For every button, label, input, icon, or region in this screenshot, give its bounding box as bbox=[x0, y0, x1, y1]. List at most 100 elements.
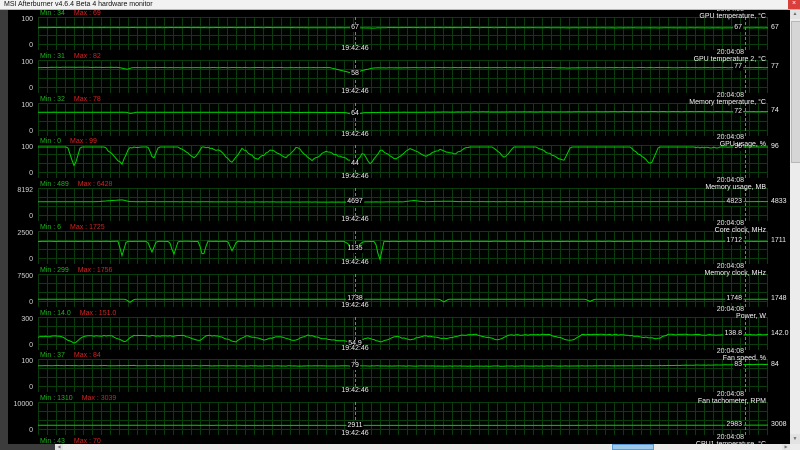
graph-panel-cpu1-temperature-c: 1000Min : 43Max : 7020:04:08CPU1 tempera… bbox=[0, 434, 790, 444]
signal-trace bbox=[38, 333, 768, 344]
right-marker-value: 77 bbox=[733, 63, 743, 72]
right-marker-timestamp: 20:04:08 bbox=[716, 220, 744, 227]
current-value: 67 bbox=[771, 23, 779, 31]
center-marker-timestamp: 19:42:46 bbox=[340, 387, 370, 395]
minmax-readout: Min : 34 Max : 69 bbox=[40, 10, 101, 17]
close-icon[interactable]: × bbox=[788, 0, 800, 9]
right-time-marker-line bbox=[745, 402, 746, 436]
right-marker-value: 1748 bbox=[725, 295, 743, 304]
graph-plot[interactable]: 1738 1748 bbox=[38, 273, 768, 307]
right-marker-timestamp: 20:04:08 bbox=[716, 348, 744, 356]
center-marker-timestamp: 19:42:46 bbox=[340, 259, 370, 266]
graph-plot[interactable]: 44 96 bbox=[38, 143, 768, 179]
graph-panel-gpu-usage: 100 0 Min : 0 Max : 99 44 96 20:04:08 GPU usage… bbox=[0, 134, 790, 181]
minmax-readout: Min : 32 Max : 78 bbox=[40, 96, 101, 103]
min-value-label: Min : 299 bbox=[40, 266, 69, 274]
graph-plot[interactable]: 2911 2983 bbox=[38, 402, 768, 436]
right-marker-timestamp: 20:04:08 bbox=[716, 262, 744, 270]
signal-label: Fan tachometer, RPM bbox=[697, 398, 766, 406]
center-marker-value: 1135 bbox=[346, 245, 364, 254]
minmax-readout: Min : 6 Max : 1725 bbox=[40, 224, 105, 231]
min-value-label: Min : 37 bbox=[40, 352, 65, 360]
right-time-marker-line bbox=[745, 59, 746, 93]
right-marker-timestamp: 20:04:08 bbox=[716, 177, 744, 185]
right-time-marker-line bbox=[745, 273, 746, 307]
scale-max-label: 100 bbox=[21, 101, 33, 109]
current-value: 96 bbox=[771, 143, 779, 151]
window-title: MSI Afterburner v4.6.4 Beta 4 hardware m… bbox=[4, 1, 153, 8]
minmax-readout: Min : 1310 Max : 3039 bbox=[40, 395, 116, 402]
scroll-left-icon[interactable]: ◀ bbox=[55, 444, 63, 450]
signal-label: Memory usage, MB bbox=[705, 184, 766, 192]
min-value-label: Min : 489 bbox=[40, 181, 69, 189]
graph-panel-gpu-temperature-2-c: 100 0 Min : 31 Max : 82 58 77 20:04:08 GPU temp… bbox=[0, 48, 790, 96]
max-value-label: Max : 3039 bbox=[81, 395, 117, 403]
graph-plot[interactable]: 54.9 138.8 bbox=[38, 316, 768, 350]
graph-plot[interactable]: 64 72 bbox=[38, 102, 768, 136]
center-marker-timestamp: 19:42:46 bbox=[340, 301, 370, 309]
scroll-down-icon[interactable]: ▼ bbox=[790, 434, 800, 444]
right-marker-timestamp: 20:04:08 bbox=[716, 434, 744, 441]
minmax-readout: Min : 489 Max : 6428 bbox=[40, 181, 112, 188]
current-value: 84 bbox=[771, 360, 779, 368]
graph-plot[interactable]: 1135 1712 bbox=[38, 231, 768, 264]
max-value-label: Max : 151.0 bbox=[79, 309, 117, 317]
max-value-label: Max : 82 bbox=[73, 52, 101, 60]
scale-min-label: 0 bbox=[29, 298, 33, 306]
graph-panel-fan-tachometer-rpm: 10000 0 Min : 1310 Max : 3039 2911 2983 20:04:… bbox=[0, 391, 790, 438]
right-time-marker-line bbox=[745, 188, 746, 222]
center-marker-timestamp: 19:42:46 bbox=[340, 344, 370, 352]
signal-label: Memory clock, MHz bbox=[704, 269, 766, 277]
right-marker-timestamp: 20:04:08 bbox=[716, 91, 744, 99]
right-time-marker-line bbox=[745, 145, 746, 179]
right-marker-timestamp: 20:04:08 bbox=[716, 391, 744, 399]
center-marker-value: 67 bbox=[350, 23, 360, 32]
center-marker-timestamp: 19:42:46 bbox=[340, 173, 370, 181]
signal-label: Fan speed, % bbox=[722, 355, 766, 363]
center-marker-value: 4697 bbox=[346, 198, 364, 207]
window-bottom-left-frame bbox=[0, 444, 55, 450]
horizontal-scrollbar-thumb[interactable] bbox=[612, 444, 654, 450]
scroll-up-icon[interactable]: ▲ bbox=[790, 9, 800, 19]
graph-panel-power-w: 300 0 Min : 14.0 Max : 151.0 54.9 138.8 20:04:… bbox=[0, 306, 790, 353]
right-marker-timestamp: 20:04:08 bbox=[716, 48, 744, 56]
graph-plot[interactable]: 4697 4823 bbox=[38, 188, 768, 222]
signal-trace bbox=[38, 240, 768, 262]
graph-panel-memory-usage-mb: 8192 0 Min : 489 Max : 6428 4697 4823 20:04:08… bbox=[0, 177, 790, 224]
scale-max-label: 7500 bbox=[17, 272, 33, 280]
graph-plot[interactable]: 67 67 bbox=[38, 17, 768, 50]
scale-min-label: 0 bbox=[29, 384, 33, 392]
min-value-label: Min : 1310 bbox=[40, 395, 73, 403]
scale-max-label: 8192 bbox=[17, 187, 33, 195]
right-marker-timestamp: 20:04:08 bbox=[716, 134, 744, 142]
min-value-label: Min : 14.0 bbox=[40, 309, 71, 317]
graph-plot[interactable]: 79 83 bbox=[38, 359, 768, 393]
max-value-label: Max : 6428 bbox=[77, 181, 113, 189]
title-bar[interactable]: MSI Afterburner v4.6.4 Beta 4 hardware m… bbox=[0, 0, 800, 10]
graph-plot[interactable]: 58 77 bbox=[38, 59, 768, 93]
min-value-label: Min : 0 bbox=[40, 138, 62, 146]
scale-max-label: 300 bbox=[21, 315, 33, 323]
scroll-right-icon[interactable]: ▶ bbox=[782, 444, 790, 450]
right-time-marker-line bbox=[745, 359, 746, 393]
scale-max-label: 100 bbox=[21, 16, 33, 23]
scale-min-label: 0 bbox=[29, 341, 33, 349]
right-marker-value: 138.8 bbox=[723, 330, 743, 339]
vertical-scrollbar-thumb[interactable] bbox=[791, 21, 800, 163]
scale-min-label: 0 bbox=[29, 213, 33, 221]
center-marker-timestamp: 19:42:46 bbox=[340, 45, 370, 52]
horizontal-scrollbar[interactable]: ◀ ▶ bbox=[55, 444, 790, 450]
signal-label: Core clock, MHz bbox=[714, 227, 766, 234]
right-marker-value: 67 bbox=[733, 23, 743, 32]
min-value-label: Min : 6 bbox=[40, 224, 62, 231]
vertical-scrollbar[interactable]: ▲ ▼ bbox=[790, 9, 800, 444]
signal-label: GPU temperature, °C bbox=[699, 13, 766, 20]
right-marker-value: 72 bbox=[733, 107, 743, 116]
max-value-label: Max : 84 bbox=[73, 352, 101, 360]
center-marker-timestamp: 19:42:46 bbox=[340, 430, 370, 438]
max-value-label: Max : 78 bbox=[73, 95, 101, 103]
graph-panel-gpu-temperature-c: 100 0 Min : 34 Max : 69 67 67 20:04:08 GPU temp… bbox=[0, 9, 790, 53]
scale-max-label: 2500 bbox=[17, 230, 33, 237]
minmax-readout: Min : 37 Max : 84 bbox=[40, 352, 101, 359]
min-value-label: Min : 31 bbox=[40, 52, 65, 60]
